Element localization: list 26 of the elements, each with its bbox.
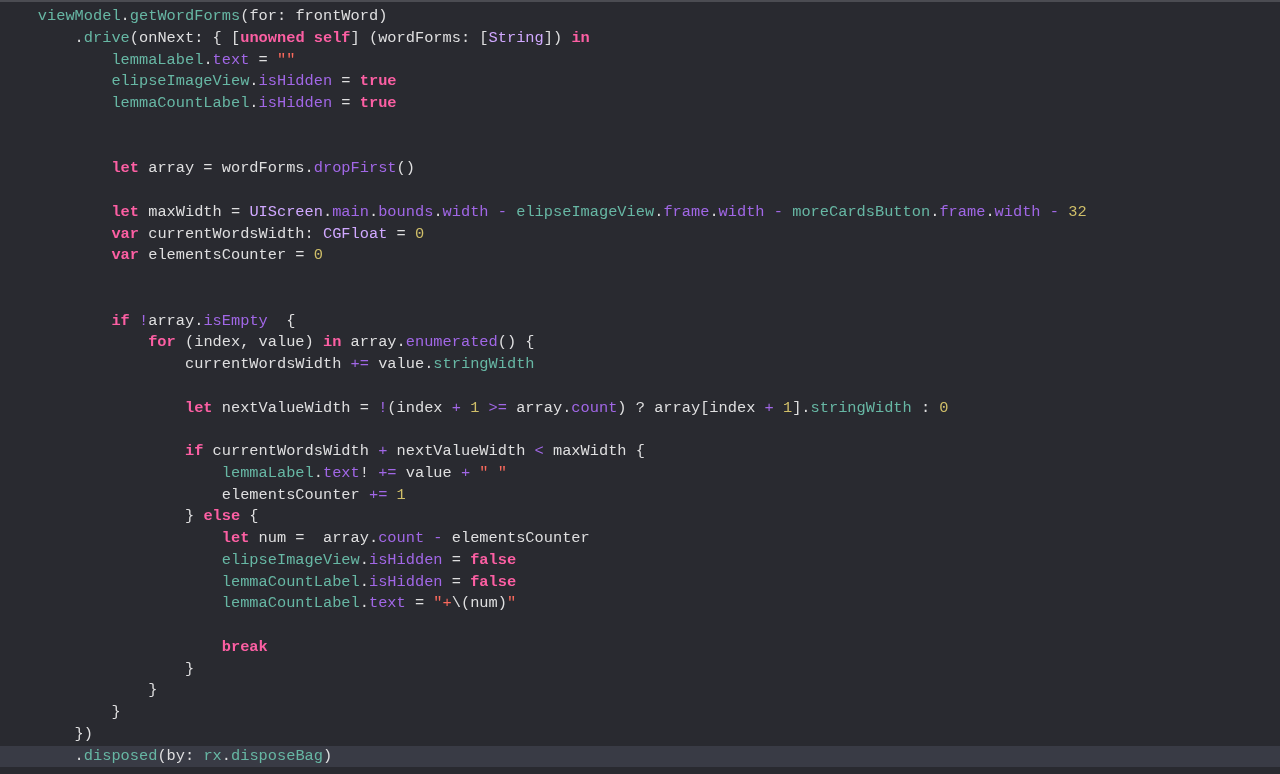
code-line: lemmaLabel.text! += value + " "	[220, 462, 508, 484]
code-line: }	[183, 658, 196, 680]
code-line: var currentWordsWidth: CGFloat = 0	[110, 223, 426, 245]
code-line: break	[220, 636, 269, 658]
code-line: let maxWidth = UIScreen.main.bounds.width - elipseImageView.frame.width - moreCardsButton.frame.width - 32	[110, 201, 1088, 223]
code-line: lemmaCountLabel.isHidden = false	[220, 571, 518, 593]
code-line: })	[73, 723, 94, 745]
code-line: }	[147, 680, 159, 702]
code-line: currentWordsWidth += value.stringWidth	[183, 354, 536, 375]
code-line: viewModel.getWordForms(for: frontWord)	[36, 6, 389, 27]
code-line: elementsCounter += 1	[220, 484, 407, 506]
code-line: elipseImageView.isHidden = true	[110, 71, 398, 93]
code-line: let nextValueWidth = !(index + 1 >= array.count) ? array[index + 1].stringWidth : 0	[183, 397, 950, 419]
code-line: var elementsCounter = 0	[110, 245, 324, 267]
code-line: let array = wordForms.dropFirst()	[110, 158, 416, 180]
code-line: elipseImageView.isHidden = false	[220, 549, 518, 571]
code-line: let num = array.count - elementsCounter	[220, 528, 591, 549]
code-line: lemmaCountLabel.isHidden = true	[110, 93, 398, 114]
code-line: lemmaLabel.text = ""	[110, 49, 297, 71]
code-line: }	[110, 702, 122, 723]
code-line: lemmaCountLabel.text = "+\(num)"	[220, 593, 518, 615]
code-line: .drive(onNext: { [unowned self] (wordForms: [String]) in	[73, 27, 591, 49]
code-line: if currentWordsWidth + nextValueWidth < maxWidth {	[183, 441, 646, 462]
code-line: } else {	[183, 506, 260, 528]
code-line: for (index, value) in array.enumerated() {	[147, 332, 536, 354]
code-line: if !array.isEmpty {	[110, 310, 297, 332]
